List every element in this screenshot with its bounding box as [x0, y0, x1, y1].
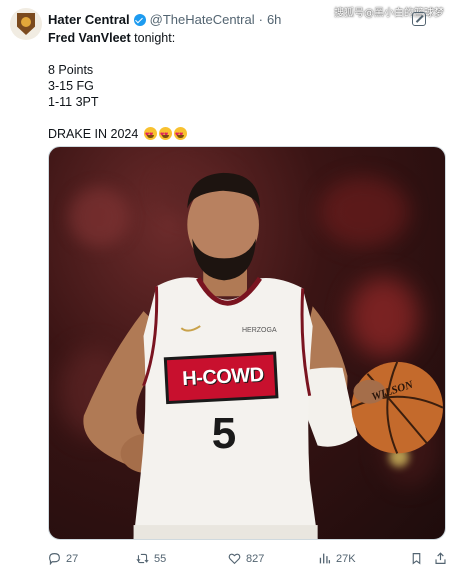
reply-button[interactable]: 27: [48, 552, 78, 565]
bookmark-icon: [412, 553, 421, 565]
repost-button[interactable]: 55: [136, 552, 166, 565]
stat-line: 3-15 FG: [48, 79, 94, 93]
closing-text: DRAKE IN 2024: [48, 127, 139, 141]
bookmark-button[interactable]: [410, 552, 423, 565]
heart-icon: [228, 553, 241, 565]
heart-eyes-emoji-icon: [173, 127, 187, 143]
jersey-number: 5: [211, 409, 237, 458]
tweet-line-1: Fred VanVleet tonight:: [48, 30, 438, 46]
player-illustration: [83, 172, 444, 539]
views-chart-icon: [319, 553, 331, 564]
avatar[interactable]: [10, 8, 42, 40]
jersey-tag: HERZOGA: [242, 327, 277, 334]
views-count: 27K: [336, 552, 356, 565]
separator-dot: ·: [258, 12, 263, 27]
closing-line: DRAKE IN 2024: [48, 126, 438, 143]
tweet-header: Hater Central @TheHateCentral · 6h: [48, 12, 281, 27]
player-name: Fred VanVleet: [48, 31, 131, 45]
tweet-text: Fred VanVleet tonight: 8 Points 3-15 FG …: [48, 30, 438, 143]
views-button[interactable]: 27K: [318, 552, 356, 565]
stat-line: 8 Points: [48, 63, 94, 77]
watermark-text: 搜狐号@黑小白的篮球梦: [334, 8, 444, 19]
handle[interactable]: @TheHateCentral: [150, 12, 255, 27]
reply-count: 27: [66, 552, 79, 565]
repost-icon: [136, 553, 149, 564]
action-bar: 27 55 827 27K: [48, 552, 446, 570]
grok-icon[interactable]: [412, 12, 426, 26]
share-button[interactable]: [434, 552, 447, 565]
repost-count: 55: [154, 552, 167, 565]
verified-badge-icon: [133, 13, 146, 26]
reply-icon: [49, 553, 60, 565]
heart-eyes-emoji-icon: [143, 127, 157, 143]
share-icon: [435, 552, 446, 564]
stat-line: 1-11 3PT: [48, 95, 99, 109]
like-count: 827: [246, 552, 265, 565]
display-name[interactable]: Hater Central: [48, 12, 130, 27]
tweet-line-1-rest: tonight:: [130, 31, 176, 45]
timestamp[interactable]: 6h: [267, 12, 281, 27]
shield-logo-icon: [17, 13, 35, 35]
heart-eyes-emoji-icon: [158, 127, 172, 143]
like-button[interactable]: 827: [228, 552, 264, 565]
tweet-photo[interactable]: H-COWD 5 HERZOGA WILSON: [48, 146, 446, 540]
